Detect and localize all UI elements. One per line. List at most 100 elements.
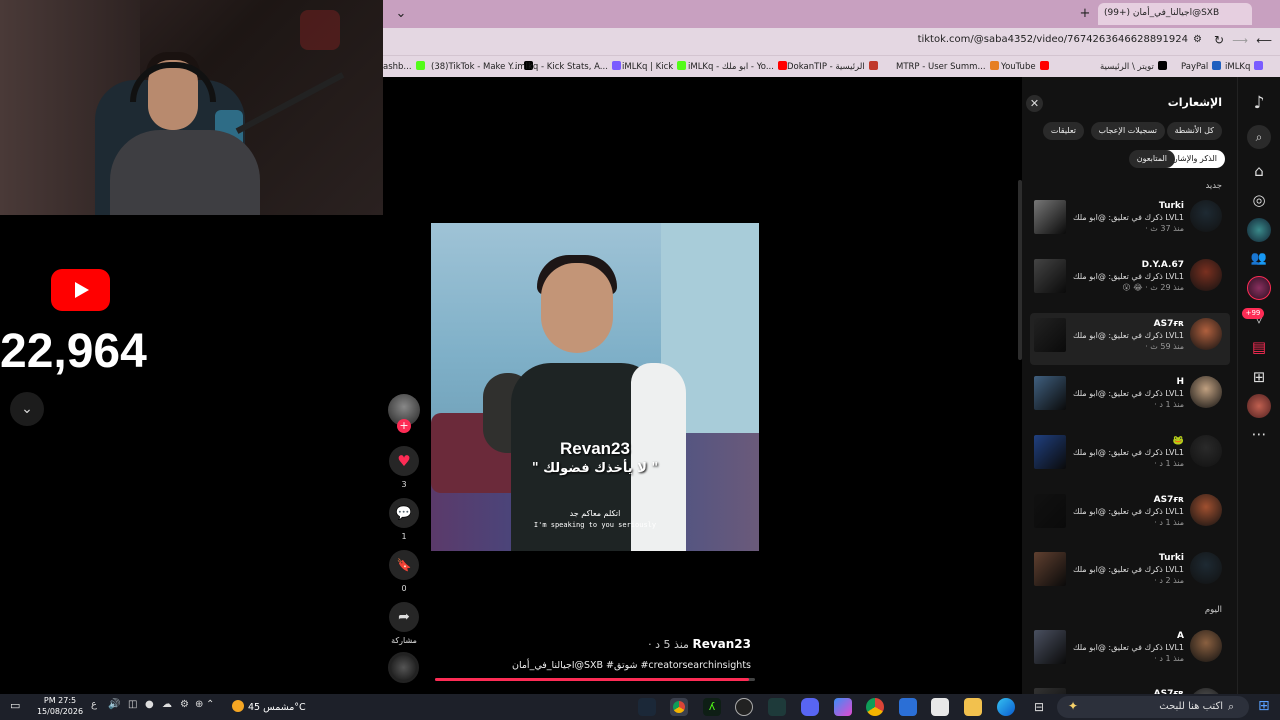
notification-item[interactable]: AS7ғʀ ذكرك في تعليق: @ابو ملك LVL1 · منذ 1… bbox=[1030, 489, 1230, 541]
follow-plus-icon[interactable]: + bbox=[397, 419, 411, 433]
weather-widget[interactable]: مشمس 45°C bbox=[232, 700, 306, 713]
notification-item[interactable]: D.Y.A.67 ذكرك في تعليق: @ابو ملك LVL1 😮 😂 … bbox=[1030, 254, 1230, 306]
tray-expand-icon[interactable]: ⌃ bbox=[206, 699, 214, 710]
profile-avatar-icon[interactable] bbox=[1247, 394, 1271, 418]
notification-video-thumbnail[interactable] bbox=[1034, 630, 1066, 664]
shield-icon[interactable]: ⊕ bbox=[195, 699, 203, 710]
notification-item[interactable]: H ذكرك في تعليق: @ابو ملك LVL1 · منذ 1 د bbox=[1030, 371, 1230, 423]
like-action[interactable]: ♥ 3 bbox=[389, 446, 419, 489]
search-icon[interactable]: ⌕ bbox=[1247, 125, 1271, 149]
bookmark-item[interactable]: imlkq - Kick Stats, A... bbox=[515, 61, 621, 72]
notification-item[interactable]: AS7ғʀ bbox=[1030, 683, 1230, 694]
reload-icon[interactable]: ↻ bbox=[1214, 33, 1224, 47]
live-avatar-icon[interactable] bbox=[1247, 218, 1271, 242]
bookmark-item[interactable]: YouTube bbox=[1001, 61, 1049, 72]
notification-video-thumbnail[interactable] bbox=[1034, 552, 1066, 586]
tray-app-icon[interactable]: ⚙ bbox=[180, 699, 189, 710]
share-action[interactable]: ➦ مشاركة bbox=[385, 602, 423, 645]
notification-item[interactable]: Turki ذكرك في تعليق: @ابو ملك LVL1 · منذ 3… bbox=[1030, 195, 1230, 247]
save-action[interactable]: 🔖 0 bbox=[389, 550, 419, 593]
task-view-icon[interactable]: ⊟ bbox=[1030, 698, 1048, 716]
copilot-icon[interactable] bbox=[834, 698, 852, 716]
tiktok-logo-icon[interactable]: ♪ bbox=[1247, 91, 1271, 115]
notification-center-icon[interactable]: ▭ bbox=[10, 699, 20, 712]
bookmark-item[interactable]: iMLKq - ابو ملك - Yo... bbox=[688, 61, 787, 72]
volume-icon[interactable]: 🔊 bbox=[108, 699, 120, 710]
more-icon[interactable]: ⋯ bbox=[1247, 422, 1271, 446]
bookmark-item[interactable]: ashb... bbox=[383, 61, 425, 72]
tab-search-icon[interactable]: ⌄ bbox=[391, 4, 411, 24]
music-disc-icon[interactable] bbox=[388, 652, 419, 683]
notification-avatar[interactable] bbox=[1190, 200, 1222, 232]
notification-time: · منذ 1 د bbox=[1154, 459, 1184, 468]
notification-avatar[interactable] bbox=[1190, 494, 1222, 526]
url-field[interactable]: tiktok.com/@saba4352/video/7674263646628… bbox=[918, 34, 1188, 45]
file-explorer-icon[interactable] bbox=[964, 698, 982, 716]
bookmark-item[interactable]: iMLKq | Kick bbox=[622, 61, 687, 72]
back-icon[interactable]: ⟵ bbox=[1256, 34, 1272, 47]
discord-icon[interactable] bbox=[801, 698, 819, 716]
notification-avatar[interactable] bbox=[1190, 552, 1222, 584]
notification-item[interactable]: A ذكرك في تعليق: @ابو ملك LVL1 · منذ 1 د bbox=[1030, 625, 1230, 677]
cloud-icon[interactable]: ☁ bbox=[162, 699, 172, 710]
new-tab-button[interactable]: + bbox=[1075, 4, 1095, 24]
notification-item[interactable]: Turki ذكرك في تعليق: @ابو ملك LVL1 · منذ 2… bbox=[1030, 547, 1230, 599]
bookmark-item[interactable]: تويتر \ الرئيسية bbox=[1100, 61, 1167, 72]
filter-all-activity[interactable]: كل الأنشطة bbox=[1166, 122, 1222, 140]
forward-icon[interactable]: ⟶ bbox=[1232, 34, 1248, 47]
site-settings-icon[interactable]: ⚙ bbox=[1193, 34, 1202, 45]
notification-video-thumbnail[interactable] bbox=[1034, 494, 1066, 528]
language-indicator[interactable]: ع bbox=[91, 699, 97, 710]
notification-username: AS7ғʀ bbox=[1153, 319, 1184, 329]
notification-item[interactable]: AS7ғʀ ذكرك في تعليق: @ابو ملك LVL1 · منذ 5… bbox=[1030, 313, 1230, 365]
network-icon[interactable]: ◫ bbox=[128, 699, 137, 710]
notification-item[interactable]: 🐸 ذكرك في تعليق: @ابو ملك LVL1 · منذ 1 د bbox=[1030, 430, 1230, 482]
video-author[interactable]: Revan23 bbox=[692, 637, 751, 651]
windows-start-icon[interactable]: ⊞ bbox=[1258, 698, 1270, 714]
steam-icon[interactable] bbox=[638, 698, 656, 716]
chrome-icon[interactable] bbox=[866, 698, 884, 716]
video-description[interactable]: اجيالنا_في_أمان@SXB #شوتق #creatorsearch… bbox=[440, 660, 751, 671]
notification-avatar[interactable] bbox=[1190, 318, 1222, 350]
notification-avatar[interactable] bbox=[1190, 376, 1222, 408]
webcam-feed bbox=[0, 0, 383, 215]
comment-action[interactable]: 💬 1 bbox=[389, 498, 419, 541]
friend-avatar-icon[interactable] bbox=[1247, 276, 1271, 300]
chrome-active-icon[interactable] bbox=[670, 698, 688, 716]
outlook-icon[interactable] bbox=[899, 698, 917, 716]
notification-video-thumbnail[interactable] bbox=[1034, 318, 1066, 352]
video-progress-bar[interactable] bbox=[435, 678, 755, 681]
clock[interactable]: PM 27:5 15/08/2026 bbox=[30, 695, 90, 717]
chevron-down-icon[interactable]: ⌄ bbox=[10, 392, 44, 426]
notification-video-thumbnail[interactable] bbox=[1034, 200, 1066, 234]
explore-icon[interactable]: ◎ bbox=[1247, 188, 1271, 212]
close-icon[interactable]: ✕ bbox=[1026, 95, 1043, 112]
filter-followers[interactable]: المتابعون bbox=[1128, 150, 1175, 168]
filter-comments[interactable]: تعليقات bbox=[1042, 122, 1084, 140]
notification-text: ذكرك في تعليق: @ابو ملك LVL1 bbox=[1073, 272, 1184, 281]
mic-icon[interactable]: ● bbox=[145, 699, 154, 710]
edge-icon[interactable] bbox=[997, 698, 1015, 716]
notification-avatar[interactable] bbox=[1190, 259, 1222, 291]
video-player[interactable]: Revan23 " لا يأخذك فضولك " اتكلم معاكم ج… bbox=[431, 223, 759, 551]
notification-video-thumbnail[interactable] bbox=[1034, 259, 1066, 293]
notification-avatar[interactable] bbox=[1190, 630, 1222, 662]
home-icon[interactable]: ⌂ bbox=[1247, 159, 1271, 183]
notification-video-thumbnail[interactable] bbox=[1034, 376, 1066, 410]
following-icon[interactable]: 👥 bbox=[1247, 247, 1271, 271]
bookmark-item[interactable]: DokanTIP - الرئيسية bbox=[787, 61, 878, 72]
notification-avatar[interactable] bbox=[1190, 435, 1222, 467]
browser-tab[interactable]: (99+) اجيالنا_في_أمان@SXB bbox=[1098, 3, 1252, 25]
messages-icon[interactable]: ▤ bbox=[1247, 335, 1271, 359]
bookmark-item[interactable]: iMLKq bbox=[1225, 61, 1264, 72]
taskbar-search-input[interactable]: اكتب هنا للبحث bbox=[1057, 696, 1249, 718]
filter-likes[interactable]: تسجيلات الإعجاب bbox=[1090, 122, 1165, 140]
kick-app-icon[interactable]: ʎ bbox=[703, 698, 721, 716]
upload-icon[interactable]: ⊞ bbox=[1247, 365, 1271, 389]
store-icon[interactable] bbox=[931, 698, 949, 716]
bookmark-item[interactable]: MTRP - User Summ... bbox=[896, 61, 999, 72]
notification-video-thumbnail[interactable] bbox=[1034, 435, 1066, 469]
obs-icon[interactable] bbox=[735, 698, 753, 716]
bookmark-item[interactable]: PayPal bbox=[1181, 61, 1222, 72]
app-icon-x[interactable] bbox=[768, 698, 786, 716]
